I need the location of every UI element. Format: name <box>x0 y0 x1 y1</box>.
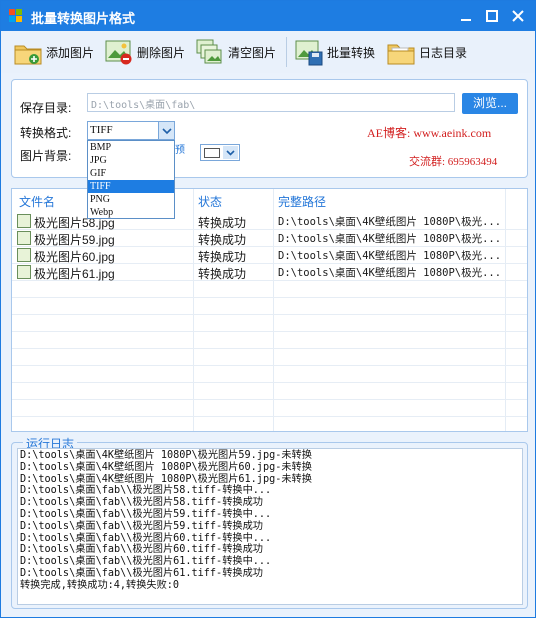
chevron-down-icon <box>226 150 235 156</box>
table-row[interactable]: 极光图片60.jpg 转换成功 D:\tools\桌面\4K壁纸图片 1080P… <box>12 247 527 264</box>
table-row-empty <box>12 383 527 400</box>
log-dir-label: 日志目录 <box>419 45 468 60</box>
format-dropdown-list[interactable]: BMP JPG GIF TIFF PNG Webp <box>87 140 175 219</box>
blog-promo-text: AE博客: www.aeink.com <box>367 126 492 140</box>
log-line: D:\tools\桌面\fab\\极光图片59.tiff-转换中... <box>20 508 272 520</box>
clear-images-button[interactable]: 清空图片 <box>195 36 276 68</box>
column-header-filename[interactable]: 文件名 <box>19 193 55 210</box>
file-path: D:\tools\桌面\4K壁纸图片 1080P\极光... <box>278 216 502 228</box>
table-row-empty <box>12 332 527 349</box>
image-file-icon <box>17 265 31 279</box>
image-file-icon <box>17 248 31 262</box>
table-row-empty <box>12 400 527 417</box>
table-row-empty <box>12 366 527 383</box>
browse-button[interactable]: 浏览... <box>462 93 518 114</box>
table-row-empty <box>12 349 527 366</box>
bg-color-picker[interactable] <box>200 144 240 161</box>
app-logo-icon <box>9 9 23 23</box>
remove-images-button[interactable]: 删除图片 <box>104 36 185 68</box>
log-line: 转换完成,转换成功:4,转换失败:0 <box>20 579 180 591</box>
format-select[interactable]: TIFF <box>87 121 175 140</box>
image-remove-icon <box>104 38 134 66</box>
maximize-button[interactable] <box>481 6 503 26</box>
add-images-button[interactable]: 添加图片 <box>13 36 94 68</box>
app-window: 批量转换图片格式 添加图片 删除图片 清空图片 批量转换 日志目录 保存目录: … <box>0 0 536 618</box>
title-bar[interactable]: 批量转换图片格式 <box>1 1 535 31</box>
close-button[interactable] <box>507 6 529 26</box>
images-clear-icon <box>195 38 225 66</box>
batch-convert-button[interactable]: 批量转换 <box>294 36 375 68</box>
save-dir-input[interactable]: D:\tools\桌面\fab\ <box>87 93 455 112</box>
bg-color-swatch <box>204 148 220 158</box>
partial-hidden-text: 预 <box>175 145 185 156</box>
format-option-bmp[interactable]: BMP <box>88 141 174 154</box>
log-line: D:\tools\桌面\fab\\极光图片59.tiff-转换成功 <box>20 520 263 532</box>
format-option-jpg[interactable]: JPG <box>88 154 174 167</box>
file-name: 极光图片60.jpg <box>34 250 115 264</box>
chevron-down-icon <box>162 128 172 135</box>
file-path: D:\tools\桌面\4K壁纸图片 1080P\极光... <box>278 233 502 245</box>
table-row-empty <box>12 298 527 315</box>
batch-convert-label: 批量转换 <box>327 45 376 60</box>
file-status: 转换成功 <box>198 250 247 264</box>
image-file-icon <box>17 231 31 245</box>
toolbar: 添加图片 删除图片 清空图片 批量转换 日志目录 <box>1 31 535 73</box>
format-option-tiff[interactable]: TIFF <box>88 180 174 193</box>
log-line: D:\tools\桌面\4K壁纸图片 1080P\极光图片60.jpg-未转换 <box>20 461 312 473</box>
save-dir-label: 保存目录: <box>20 101 72 115</box>
bg-label: 图片背景: <box>20 149 72 163</box>
add-images-label: 添加图片 <box>46 45 95 60</box>
log-line: D:\tools\桌面\fab\\极光图片61.tiff-转换成功 <box>20 567 263 579</box>
format-option-gif[interactable]: GIF <box>88 167 174 180</box>
column-header-path[interactable]: 完整路径 <box>278 193 326 210</box>
format-select-value: TIFF <box>90 124 113 136</box>
log-line: D:\tools\桌面\fab\\极光图片60.tiff-转换中... <box>20 532 272 544</box>
table-row-empty <box>12 281 527 298</box>
log-line: D:\tools\桌面\fab\\极光图片58.tiff-转换成功 <box>20 497 263 509</box>
log-line: D:\tools\桌面\4K壁纸图片 1080P\极光图片59.jpg-未转换 <box>20 450 312 461</box>
group-promo-text: 交流群: 695963494 <box>409 156 498 168</box>
file-path: D:\tools\桌面\4K壁纸图片 1080P\极光... <box>278 267 502 279</box>
folder-add-icon <box>13 38 43 66</box>
batch-convert-icon <box>294 38 324 66</box>
close-icon <box>512 10 524 22</box>
column-header-status[interactable]: 状态 <box>198 193 222 210</box>
log-line: D:\tools\桌面\fab\\极光图片61.tiff-转换中... <box>20 556 272 568</box>
remove-images-label: 删除图片 <box>137 45 186 60</box>
clear-images-label: 清空图片 <box>228 45 277 60</box>
table-row[interactable]: 极光图片61.jpg 转换成功 D:\tools\桌面\4K壁纸图片 1080P… <box>12 264 527 281</box>
folder-icon <box>386 38 416 66</box>
toolbar-separator <box>286 37 287 67</box>
format-option-webp[interactable]: Webp <box>88 206 174 219</box>
window-title: 批量转换图片格式 <box>31 11 136 26</box>
file-name: 极光图片61.jpg <box>34 267 115 281</box>
format-label: 转换格式: <box>20 126 72 140</box>
file-table[interactable]: 文件名 状态 完整路径 极光图片58.jpg 转换成功 D:\tools\桌面\… <box>11 188 528 432</box>
maximize-icon <box>486 10 498 22</box>
table-row[interactable]: 极光图片59.jpg 转换成功 D:\tools\桌面\4K壁纸图片 1080P… <box>12 230 527 247</box>
file-status: 转换成功 <box>198 267 247 281</box>
format-dropdown-button[interactable] <box>158 122 174 139</box>
file-status: 转换成功 <box>198 216 247 230</box>
file-path: D:\tools\桌面\4K壁纸图片 1080P\极光... <box>278 250 502 262</box>
image-file-icon <box>17 214 31 228</box>
log-textarea[interactable]: D:\tools\桌面\4K壁纸图片 1080P\极光图片59.jpg-未转换 … <box>17 448 523 605</box>
file-name: 极光图片59.jpg <box>34 233 115 247</box>
bg-color-dropdown-button[interactable] <box>223 146 238 159</box>
file-status: 转换成功 <box>198 233 247 247</box>
log-line: D:\tools\桌面\fab\\极光图片58.tiff-转换中... <box>20 485 272 497</box>
minimize-icon <box>461 19 471 21</box>
table-row-empty <box>12 315 527 332</box>
log-dir-button[interactable]: 日志目录 <box>386 36 467 68</box>
minimize-button[interactable] <box>455 6 477 26</box>
format-option-png[interactable]: PNG <box>88 193 174 206</box>
log-line: D:\tools\桌面\4K壁纸图片 1080P\极光图片61.jpg-未转换 <box>20 473 312 485</box>
log-line: D:\tools\桌面\fab\\极光图片60.tiff-转换成功 <box>20 544 263 556</box>
